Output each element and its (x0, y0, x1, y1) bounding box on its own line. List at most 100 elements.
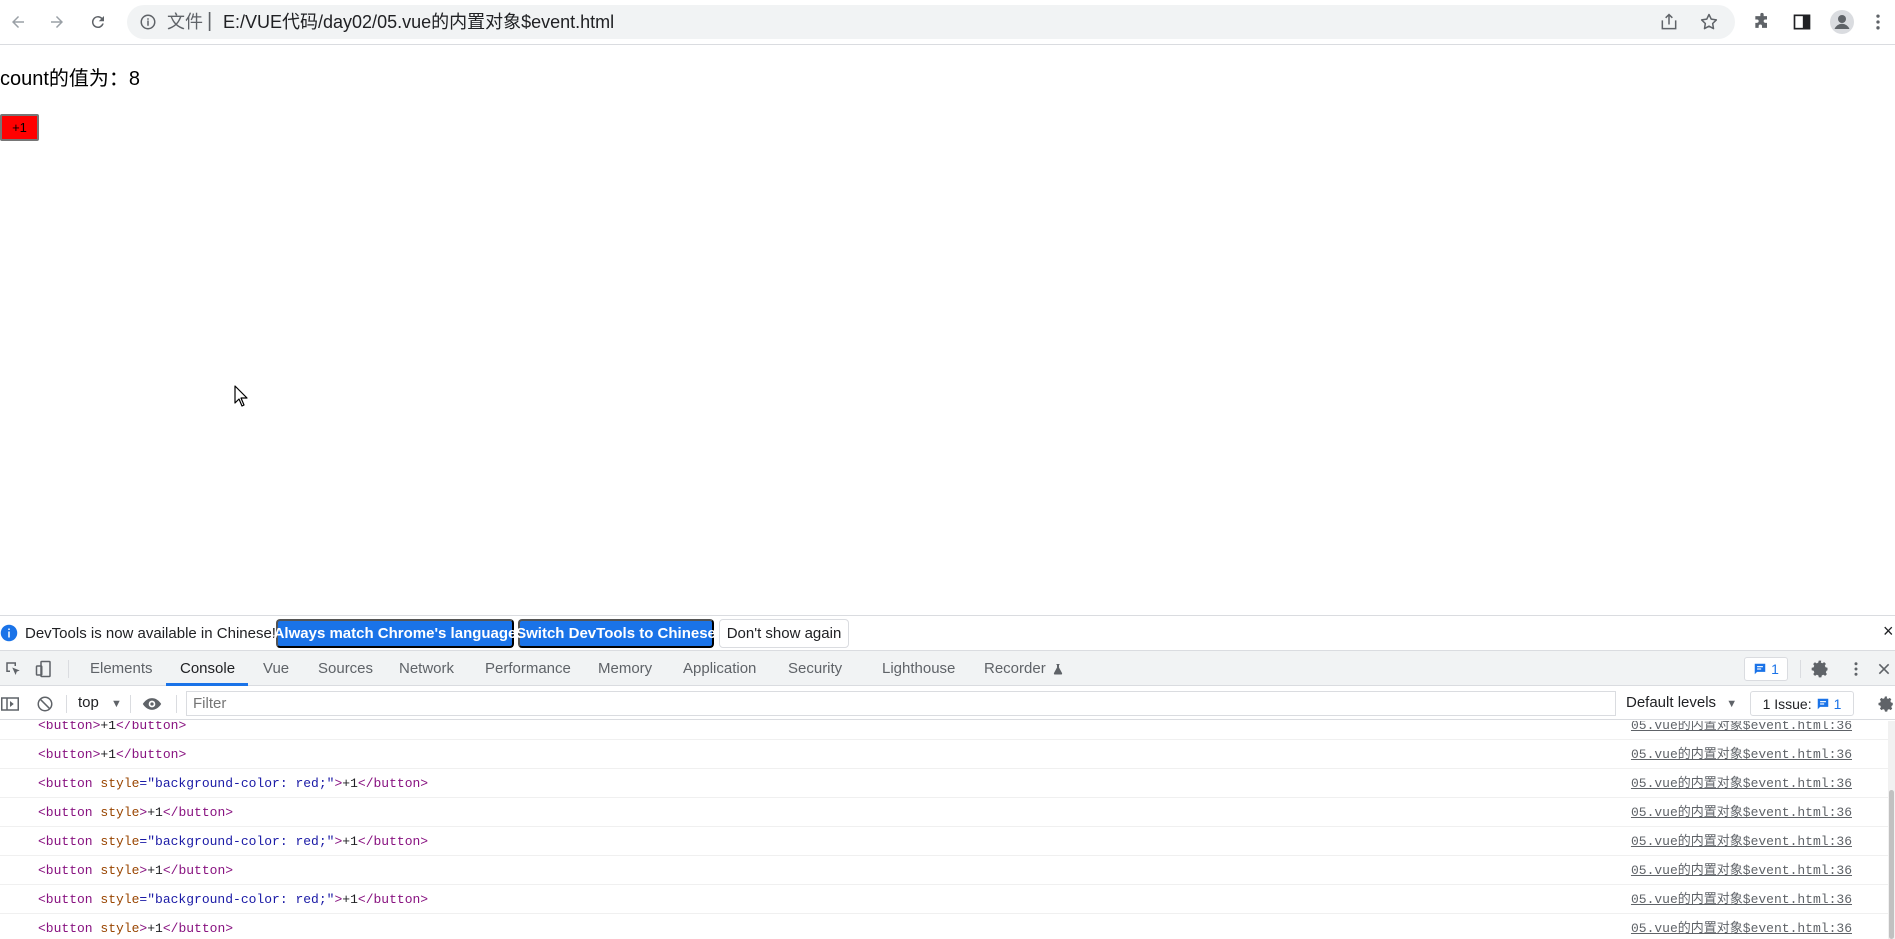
device-toolbar-icon[interactable] (33, 658, 55, 680)
tab-performance[interactable]: Performance (485, 651, 571, 686)
tab-application[interactable]: Application (683, 651, 756, 686)
log-source-link[interactable]: 05.vue的内置对象$event.html:36 (1631, 721, 1852, 733)
console-log-row[interactable]: <button style="background-color: red;">+… (0, 769, 1888, 798)
console-log-row[interactable]: <button style>+1</button> 05.vue的内置对象$eve… (0, 856, 1888, 885)
console-log-row[interactable]: <button>+1</button> 05.vue的内置对象$event.htm… (0, 740, 1888, 769)
tab-security[interactable]: Security (788, 651, 842, 686)
sidebar-toggle-icon[interactable] (0, 694, 20, 714)
log-token-tag-close: </button> (357, 776, 429, 791)
log-message[interactable]: <button style="background-color: red;">+… (38, 834, 428, 849)
tab-memory[interactable]: Memory (598, 651, 652, 686)
arrow-right-icon (51, 16, 63, 28)
log-token-text: +1 (342, 834, 358, 849)
close-devtools-icon[interactable] (1873, 658, 1895, 680)
address-bar[interactable]: 文件 | E:/VUE代码/day02/05.vue的内置对象$event.ht… (127, 5, 1735, 39)
address-url[interactable]: E:/VUE代码/day02/05.vue的内置对象$event.html (223, 13, 614, 31)
log-message[interactable]: <button style>+1</button> (38, 863, 233, 878)
reload-button[interactable] (84, 8, 112, 36)
log-token-tag-open: <button (38, 805, 93, 820)
console-log-row[interactable]: <button style>+1</button> 05.vue的内置对象$eve… (0, 798, 1888, 827)
message-icon (1754, 663, 1766, 675)
tab-vue[interactable]: Vue (263, 651, 289, 686)
log-source-link[interactable]: 05.vue的内置对象$event.html:36 (1631, 834, 1852, 849)
log-token-tag-open: <button (38, 921, 93, 936)
log-source-link[interactable]: 05.vue的内置对象$event.html:36 (1631, 863, 1852, 878)
log-token-text: +1 (147, 805, 163, 820)
console-settings-gear-icon[interactable] (1876, 694, 1895, 714)
live-expression-eye-icon[interactable] (142, 694, 162, 714)
dont-show-again-button[interactable]: Don't show again (719, 619, 849, 648)
settings-gear-icon[interactable] (1809, 658, 1831, 680)
clear-console-icon[interactable] (35, 694, 55, 714)
log-token-val: ="background-color: red;" (139, 776, 335, 791)
log-message[interactable]: <button style>+1</button> (38, 921, 233, 936)
log-message[interactable]: <button style="background-color: red;">+… (38, 892, 428, 907)
tab-lighthouse[interactable]: Lighthouse (882, 651, 955, 686)
log-message[interactable]: <button style="background-color: red;">+… (38, 776, 428, 791)
issues-badge[interactable]: 1 (1744, 657, 1788, 681)
tabbar-divider (68, 660, 69, 678)
log-token-tag-close: </button> (162, 921, 234, 936)
log-token-tag-close: </button> (357, 834, 429, 849)
log-token-text: +1 (100, 721, 117, 733)
log-token-tag-open: <button (38, 747, 93, 762)
tab-console[interactable]: Console (180, 651, 235, 686)
log-token-text: +1 (147, 863, 163, 878)
caret-down-icon: ▼ (1726, 698, 1738, 710)
tab-recorder[interactable]: Recorder (984, 651, 1064, 686)
increment-button[interactable]: +1 (0, 114, 39, 141)
forward-button[interactable] (43, 8, 71, 36)
console-log-row[interactable]: <button>+1</button> 05.vue的内置对象$event.htm… (0, 721, 1888, 740)
devtools-language-infobar: DevTools is now available in Chinese! Al… (0, 615, 1895, 649)
log-message[interactable]: <button>+1</button> (38, 747, 186, 762)
log-source-link[interactable]: 05.vue的内置对象$event.html:36 (1631, 776, 1852, 791)
log-token-tag-open: <button (38, 863, 93, 878)
log-token-attr: style (92, 892, 140, 907)
always-match-language-button[interactable]: Always match Chrome's language (274, 619, 516, 648)
inspect-element-icon[interactable] (2, 658, 24, 680)
log-source-link[interactable]: 05.vue的内置对象$event.html:36 (1631, 805, 1852, 820)
tab-sources[interactable]: Sources (318, 651, 373, 686)
infobar-close-icon[interactable]: × (1883, 622, 1894, 640)
console-log-area[interactable]: <button>+1</button> 05.vue的内置对象$event.htm… (0, 721, 1895, 939)
issues-badge-count: 1 (1771, 661, 1779, 677)
console-log-row[interactable]: <button style>+1</button> 05.vue的内置对象$eve… (0, 914, 1888, 939)
log-levels-dropdown[interactable]: Default levels ▼ (1626, 694, 1737, 713)
side-panel-icon[interactable] (1790, 10, 1814, 34)
filter-input[interactable] (186, 691, 1616, 716)
console-scrollbar-thumb[interactable] (1889, 790, 1894, 939)
console-log-row[interactable]: <button style="background-color: red;">+… (0, 827, 1888, 856)
tabbar-divider (1800, 660, 1801, 678)
share-icon[interactable] (1659, 12, 1679, 32)
switch-to-chinese-button[interactable]: Switch DevTools to Chinese (516, 619, 716, 648)
issues-counter-button[interactable]: 1 Issue: 1 (1750, 691, 1854, 716)
log-message[interactable]: <button style>+1</button> (38, 805, 233, 820)
reload-icon (91, 16, 104, 29)
log-source-link[interactable]: 05.vue的内置对象$event.html:36 (1631, 892, 1852, 907)
log-token-tag-close: </button> (116, 747, 187, 762)
console-toolbar: top ▼ Default levels ▼ 1 Issue: 1 (0, 687, 1895, 720)
log-token-attr: style (92, 834, 140, 849)
log-levels-label: Default levels (1626, 694, 1717, 711)
active-tab-indicator (166, 683, 248, 686)
context-selector[interactable]: top ▼ (78, 694, 122, 713)
log-token-tag-open: <button (38, 721, 93, 733)
tab-network[interactable]: Network (399, 651, 454, 686)
console-log-row[interactable]: <button style="background-color: red;">+… (0, 885, 1888, 914)
log-source-link[interactable]: 05.vue的内置对象$event.html:36 (1631, 747, 1852, 762)
extensions-puzzle-icon[interactable] (1750, 10, 1774, 34)
log-token-attr: style (92, 863, 140, 878)
address-scheme: 文件 (167, 12, 203, 32)
info-icon (0, 624, 18, 642)
back-button[interactable] (4, 8, 32, 36)
log-message[interactable]: <button>+1</button> (38, 721, 186, 733)
browser-menu-icon[interactable] (1866, 10, 1890, 34)
devtools-menu-icon[interactable] (1845, 658, 1867, 680)
log-token-tag-close: </button> (162, 863, 234, 878)
log-source-link[interactable]: 05.vue的内置对象$event.html:36 (1631, 921, 1852, 936)
profile-avatar-icon[interactable] (1830, 10, 1854, 34)
log-token-text: +1 (100, 747, 117, 762)
tab-elements[interactable]: Elements (90, 651, 153, 686)
infobar-message: DevTools is now available in Chinese! (25, 625, 276, 642)
bookmark-star-icon[interactable] (1699, 12, 1719, 32)
